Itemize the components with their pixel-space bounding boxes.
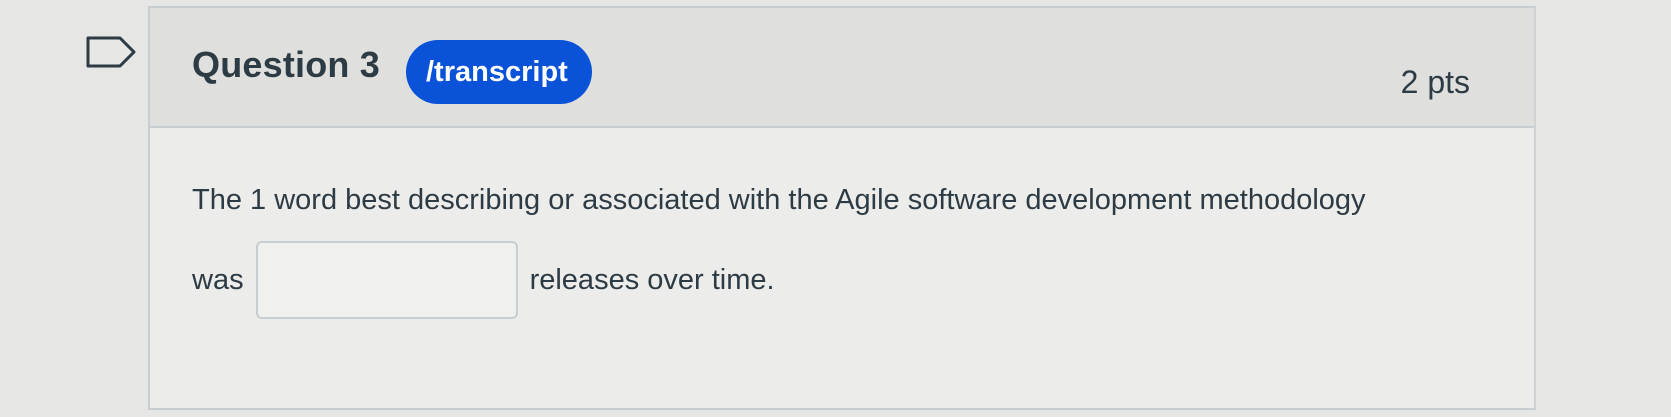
text-before-blank: was — [192, 263, 244, 296]
question-body: The 1 word best describing or associated… — [192, 184, 1494, 319]
question-points: 2 pts — [1400, 64, 1470, 100]
question-card: Question 3 /transcript 2 pts The 1 word … — [148, 6, 1536, 410]
fill-in-blank-input[interactable] — [255, 241, 518, 319]
text-after-blank: releases over time. — [529, 263, 775, 296]
question-header: Question 3 /transcript 2 pts — [150, 8, 1534, 128]
question-blank-line: was releases over time. — [192, 241, 1494, 319]
transcript-badge[interactable]: /transcript — [406, 40, 592, 104]
question-title: Question 3 — [192, 44, 381, 85]
question-text: The 1 word best describing or associated… — [192, 184, 1366, 216]
flag-question-icon[interactable] — [86, 34, 138, 70]
